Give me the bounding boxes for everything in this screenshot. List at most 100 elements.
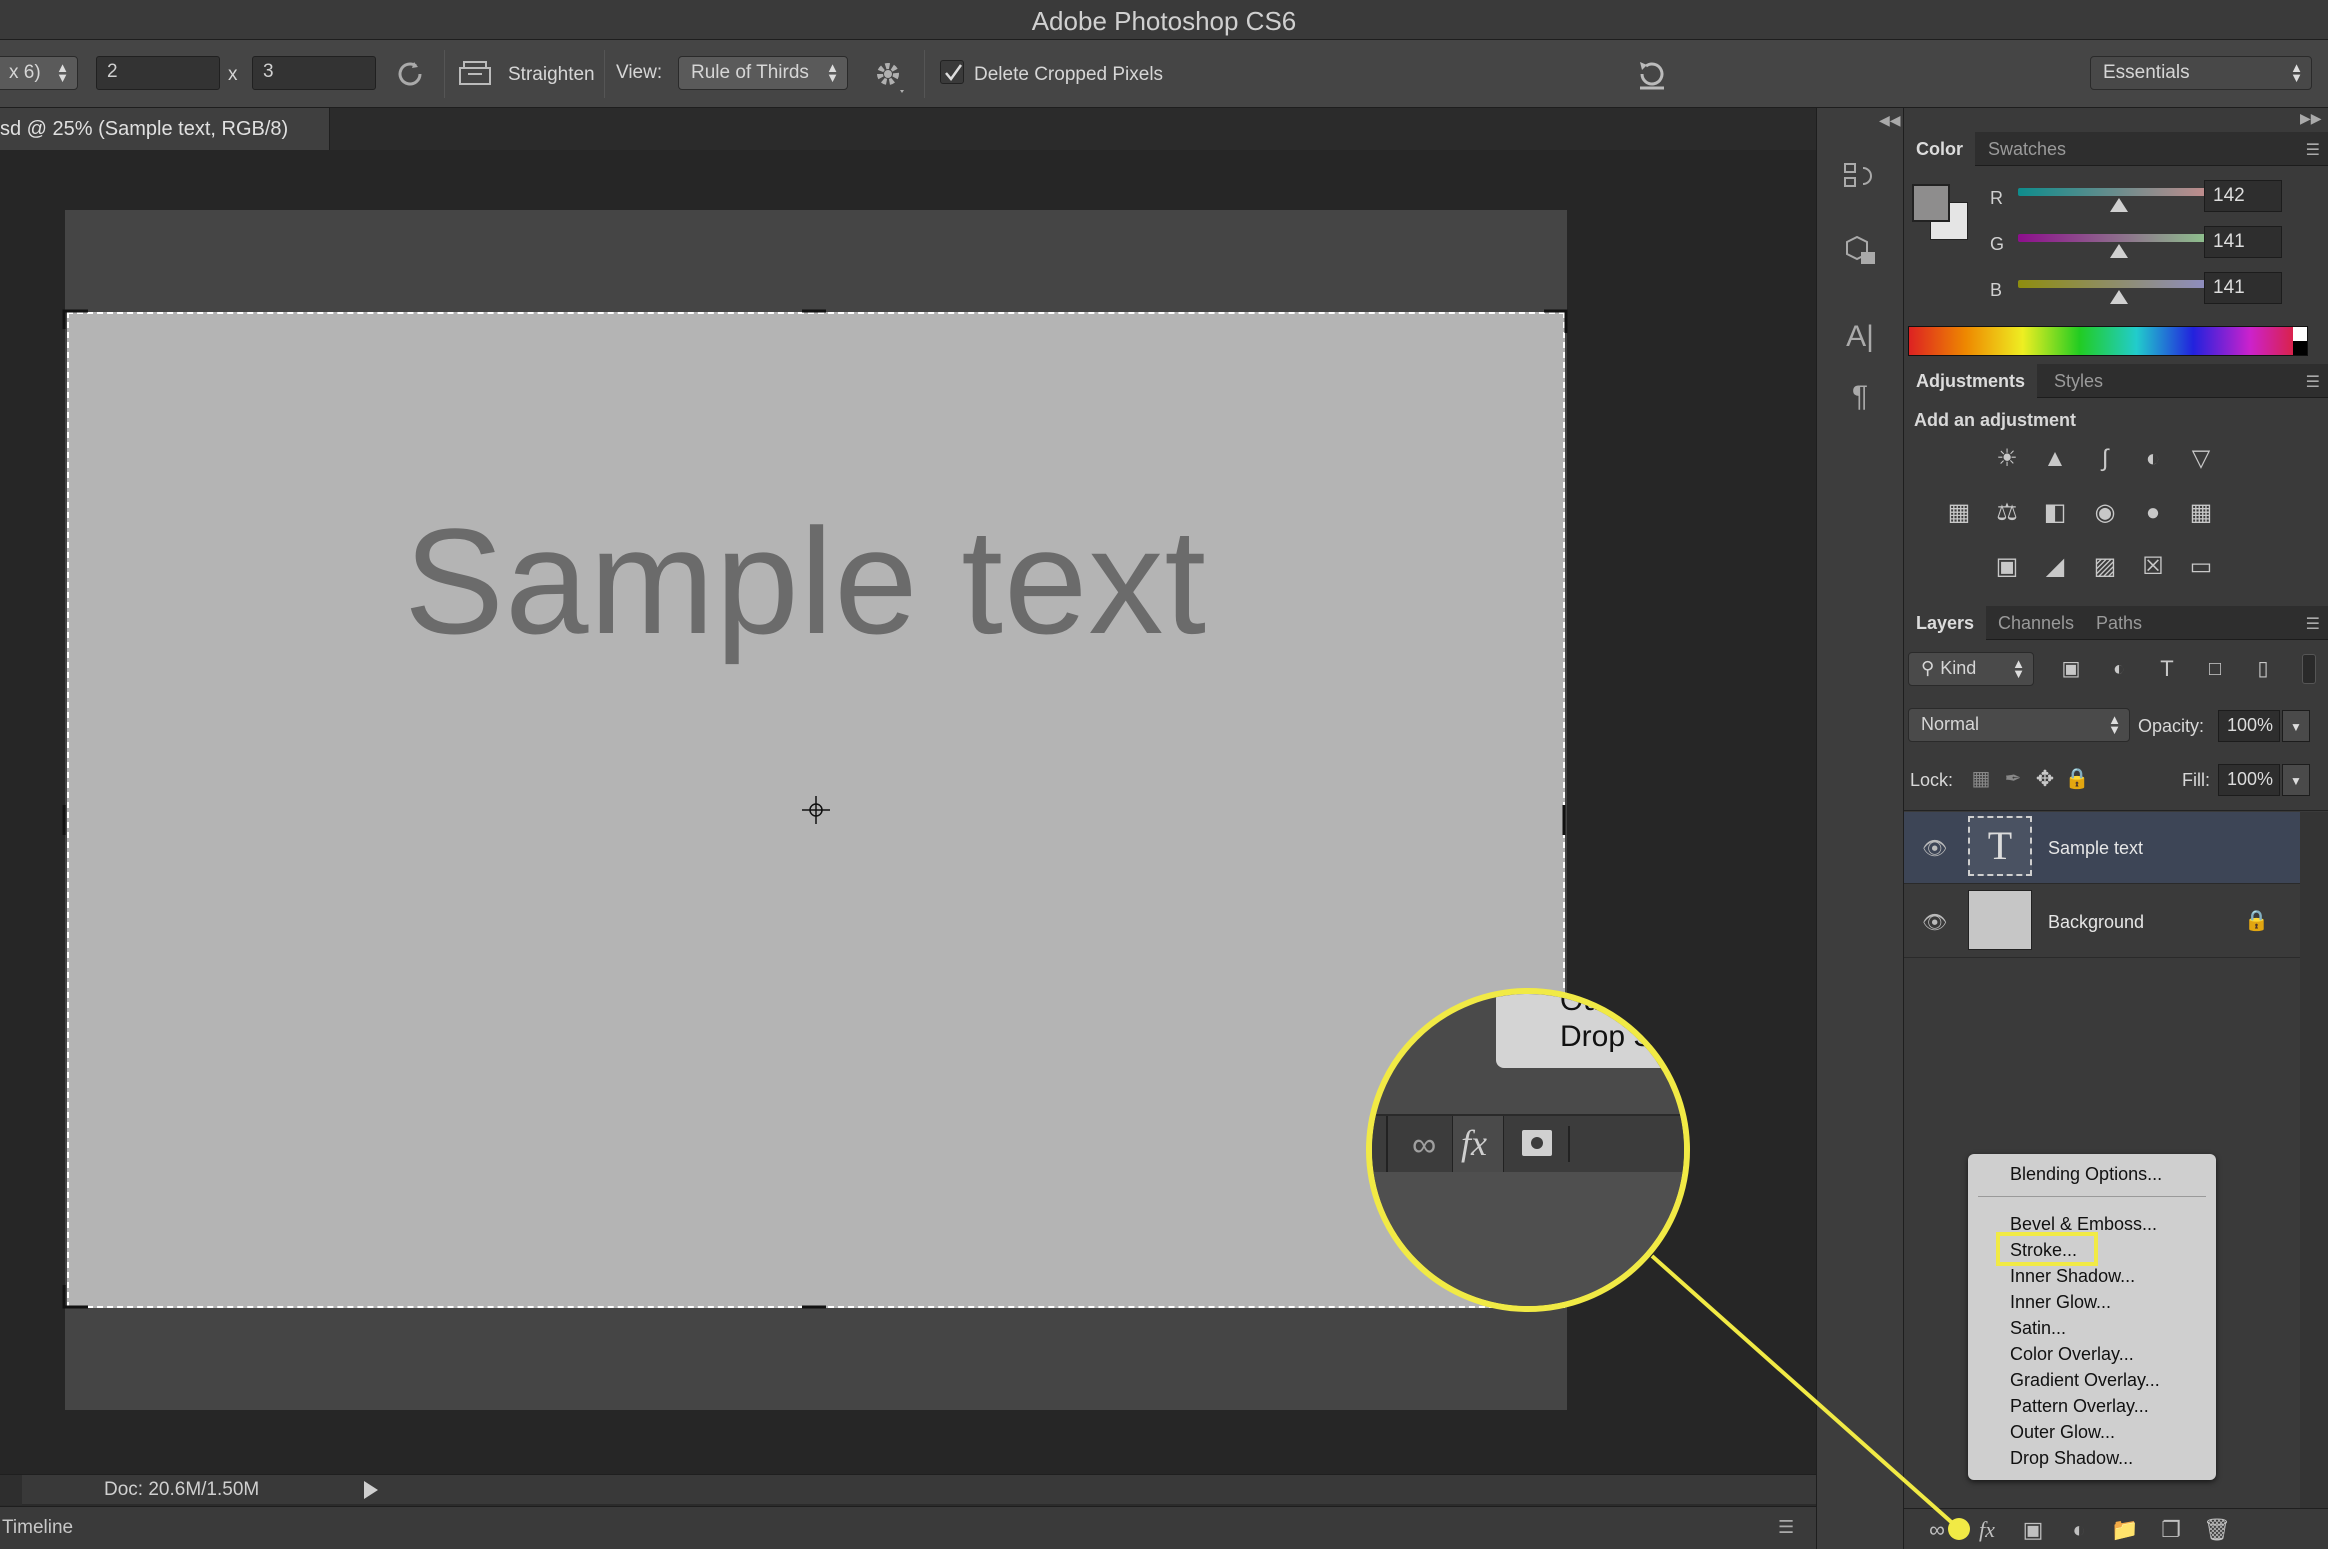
menu-item-color-overlay[interactable]: Color Overlay... [2010,1344,2134,1365]
opacity-dropdown-arrow[interactable]: ▼ [2282,710,2310,742]
delete-cropped-label[interactable]: Delete Cropped Pixels [974,64,1163,86]
green-slider-thumb[interactable] [2110,244,2128,258]
menu-item-gradient-overlay[interactable]: Gradient Overlay... [2010,1370,2160,1391]
properties-icon[interactable] [1841,232,1879,270]
menu-item-blending-options[interactable]: Blending Options... [2010,1164,2162,1185]
visibility-eye-icon[interactable]: 👁 [1922,836,1947,860]
exposure-icon[interactable]: ◐ [2136,442,2170,476]
color-lookup-icon[interactable]: ▦ [2184,496,2218,530]
black-white-icon[interactable]: ◧ [2038,496,2072,530]
straighten-icon[interactable] [458,58,492,88]
delete-cropped-checkbox[interactable] [940,60,964,84]
collapse-arrows-icon[interactable]: ◀◀ [1879,112,1901,129]
height-field[interactable]: 3 [252,56,376,90]
levels-icon[interactable]: ▲ [2038,442,2072,476]
foreground-color-swatch[interactable] [1912,184,1950,222]
filter-kind-dropdown[interactable]: ⚲ Kind ▲ ▼ [1908,652,2034,686]
document-tab[interactable]: sd @ 25% (Sample text, RGB/8) [0,108,330,150]
panel-menu-icon[interactable]: ☰ [2306,614,2320,634]
new-adjustment-layer-icon[interactable]: ◐ [2064,1517,2094,1543]
gradient-map-icon[interactable]: ▭ [2184,550,2218,584]
layer-name[interactable]: Background [2048,912,2144,933]
green-value-field[interactable]: 141 [2204,226,2282,258]
hue-saturation-icon[interactable]: ▦ [1942,496,1976,530]
filter-toggle-switch[interactable] [2302,654,2316,684]
blue-slider-thumb[interactable] [2110,290,2128,304]
shape-filter-icon[interactable]: □ [2198,652,2232,686]
history-icon[interactable] [1841,158,1879,196]
tab-channels[interactable]: Channels [1986,606,2086,640]
paragraph-icon[interactable]: ¶ [1841,380,1879,418]
character-icon[interactable]: A| [1841,320,1879,358]
type-filter-icon[interactable]: T [2150,652,2184,686]
blue-value-field[interactable]: 141 [2204,272,2282,304]
tab-layers[interactable]: Layers [1904,606,1987,640]
panel-menu-icon[interactable]: ☰ [1778,1517,1794,1538]
lock-position-icon[interactable]: ✥ [2028,762,2062,796]
crop-handles[interactable] [60,305,1572,1313]
threshold-icon[interactable]: ▨ [2088,550,2122,584]
pixel-filter-icon[interactable]: ▣ [2054,652,2088,686]
width-field[interactable]: 2 [96,56,220,90]
menu-item-inner-glow[interactable]: Inner Glow... [2010,1292,2111,1313]
red-value-field[interactable]: 142 [2204,180,2282,212]
status-menu-arrow-icon[interactable] [364,1481,378,1499]
posterize-icon[interactable]: ◢ [2038,550,2072,584]
adjustment-filter-icon[interactable]: ◐ [2102,652,2136,686]
blend-mode-dropdown[interactable]: Normal ▲ ▼ [1908,708,2130,742]
layer-row-sample-text[interactable]: 👁 T Sample text [1904,812,2300,884]
fill-dropdown-arrow[interactable]: ▼ [2282,764,2310,796]
divider [1568,1126,1570,1162]
type-layer-thumbnail-icon[interactable]: T [1968,816,2032,876]
brightness-contrast-icon[interactable]: ☀ [1990,442,2024,476]
menu-item-outer-glow[interactable]: Outer Glow... [2010,1422,2115,1443]
panel-menu-icon[interactable]: ☰ [2306,372,2320,392]
menu-item-drop-shadow[interactable]: Drop Shadow... [2010,1448,2133,1469]
color-balance-icon[interactable]: ⚖ [1990,496,2024,530]
tab-adjustments[interactable]: Adjustments [1904,364,2038,398]
fx-icon[interactable]: fx [1972,1517,2002,1543]
vibrance-icon[interactable]: ▽ [2184,442,2218,476]
add-mask-icon[interactable]: ▣ [2018,1517,2048,1543]
delete-layer-icon[interactable]: 🗑 [2202,1517,2232,1543]
expand-arrows-icon[interactable]: ▶▶ [2300,110,2322,127]
menu-item-pattern-overlay[interactable]: Pattern Overlay... [2010,1396,2149,1417]
selective-color-icon[interactable]: ☒ [2136,550,2170,584]
new-group-icon[interactable]: 📁 [2110,1517,2140,1543]
crop-ratio-dropdown[interactable]: x 6) ▲ ▼ [0,56,78,90]
layer-name[interactable]: Sample text [2048,838,2143,859]
timeline-label[interactable]: Timeline [2,1517,73,1539]
layers-scrollbar[interactable] [2300,812,2328,1549]
invert-icon[interactable]: ▣ [1990,550,2024,584]
swap-icon[interactable] [392,56,428,92]
menu-item-satin[interactable]: Satin... [2010,1318,2066,1339]
color-spectrum-ramp[interactable] [1908,326,2308,356]
channel-mixer-icon[interactable]: ● [2136,496,2170,530]
fill-field[interactable]: 100% [2218,764,2280,796]
smart-object-filter-icon[interactable]: ▯ [2246,652,2280,686]
tab-styles[interactable]: Styles [2042,364,2115,398]
red-slider-thumb[interactable] [2110,198,2128,212]
new-layer-icon[interactable]: ❐ [2156,1517,2186,1543]
curves-icon[interactable]: ∫ [2088,442,2122,476]
lock-transparent-icon[interactable]: ▦ [1964,762,1998,796]
photo-filter-icon[interactable]: ◉ [2088,496,2122,530]
view-label: View: [616,62,663,83]
workspace-dropdown[interactable]: Essentials ▲ ▼ [2090,56,2312,90]
opacity-field[interactable]: 100% [2218,710,2280,742]
panel-menu-icon[interactable]: ☰ [2306,140,2320,160]
tab-paths[interactable]: Paths [2084,606,2154,640]
layer-thumbnail[interactable] [1968,890,2032,950]
visibility-eye-icon[interactable]: 👁 [1922,910,1947,934]
menu-item-inner-shadow[interactable]: Inner Shadow... [2010,1266,2135,1287]
straighten-label[interactable]: Straighten [508,64,595,86]
zoom-field[interactable] [0,1475,22,1505]
layer-row-background[interactable]: 👁 Background 🔒 [1904,886,2300,958]
tab-swatches[interactable]: Swatches [1976,132,2078,166]
gear-icon[interactable] [870,56,910,96]
reset-icon[interactable] [1632,54,1672,94]
lock-image-icon[interactable]: ✒ [1996,762,2030,796]
view-dropdown[interactable]: Rule of Thirds ▲ ▼ [678,56,848,90]
tab-color[interactable]: Color [1904,132,1975,166]
lock-all-icon[interactable]: 🔒 [2060,762,2094,796]
